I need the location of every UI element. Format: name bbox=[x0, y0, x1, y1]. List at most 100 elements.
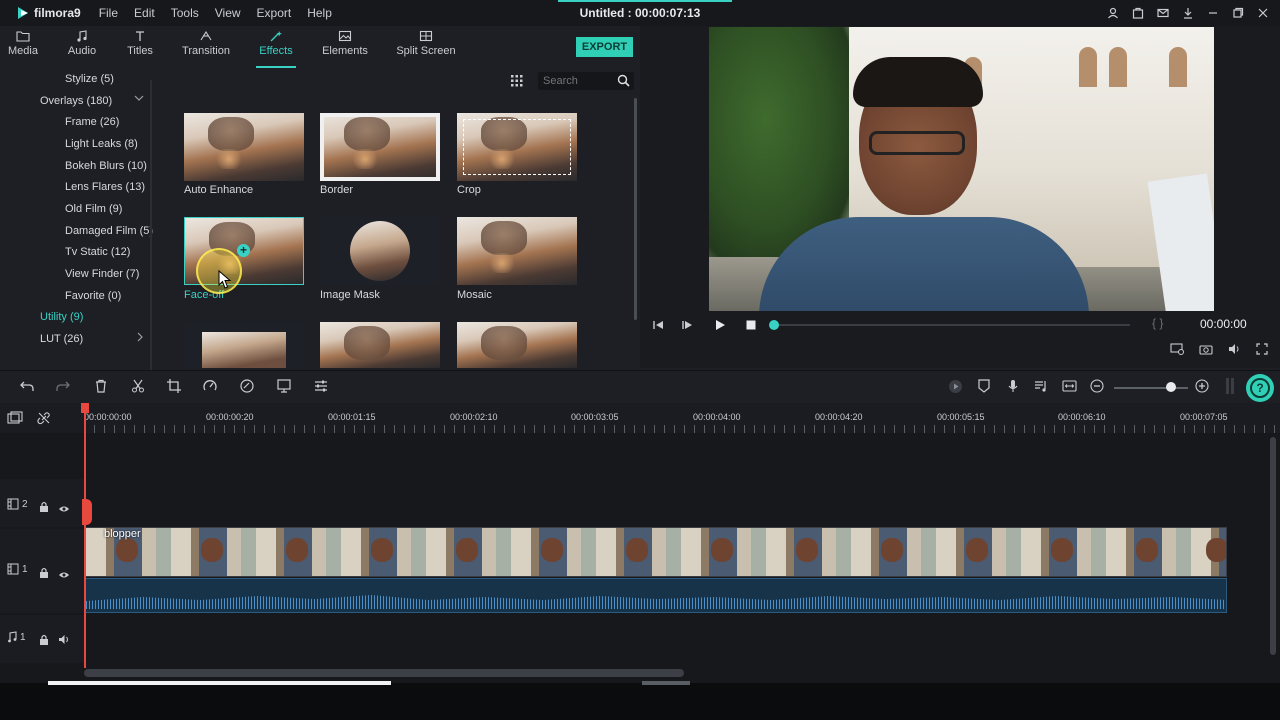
tab-effects-label: Effects bbox=[259, 45, 293, 57]
effect-thumb-row3-3[interactable] bbox=[457, 322, 577, 368]
video-clip[interactable] bbox=[85, 527, 1227, 577]
volume-icon[interactable] bbox=[1228, 342, 1242, 360]
maximize-icon[interactable] bbox=[1229, 4, 1247, 22]
sidebar-item-stylize[interactable]: Stylize (5) bbox=[65, 73, 114, 85]
lock-icon[interactable] bbox=[39, 499, 49, 517]
lock-icon[interactable] bbox=[39, 565, 49, 583]
chevron-right-icon[interactable] bbox=[136, 332, 144, 345]
undo-icon[interactable] bbox=[20, 379, 34, 398]
tab-audio[interactable]: Audio bbox=[66, 30, 98, 57]
color-icon[interactable] bbox=[240, 379, 254, 398]
crop-icon[interactable] bbox=[167, 379, 181, 398]
effect-thumb-mosaic[interactable] bbox=[457, 217, 577, 285]
eye-icon[interactable] bbox=[58, 500, 70, 518]
add-effect-icon[interactable]: + bbox=[237, 244, 250, 257]
sidebar-item-frame[interactable]: Frame (26) bbox=[65, 116, 119, 128]
sidebar-item-bokeh-blurs[interactable]: Bokeh Blurs (10) bbox=[65, 160, 147, 172]
tab-audio-label: Audio bbox=[67, 45, 97, 57]
sidebar-item-lut[interactable]: LUT (26) bbox=[40, 333, 83, 345]
account-icon[interactable] bbox=[1104, 4, 1122, 22]
play-back-icon[interactable] bbox=[682, 318, 694, 336]
sidebar-item-tv-static[interactable]: Tv Static (12) bbox=[65, 246, 130, 258]
zoom-in-icon[interactable] bbox=[1195, 379, 1209, 398]
sidebar-scrollbar[interactable] bbox=[150, 80, 152, 370]
playhead[interactable] bbox=[84, 403, 86, 668]
effect-thumb-row3-2[interactable] bbox=[320, 322, 440, 368]
zoom-out-icon[interactable] bbox=[1090, 379, 1104, 398]
render-icon[interactable] bbox=[948, 379, 963, 399]
eye-icon[interactable] bbox=[58, 566, 70, 584]
title-underline bbox=[558, 0, 732, 2]
tab-split-screen[interactable]: Split Screen bbox=[396, 30, 456, 57]
sidebar-item-overlays[interactable]: Overlays (180) bbox=[40, 95, 112, 107]
microphone-icon[interactable] bbox=[1007, 379, 1019, 398]
tab-elements[interactable]: Elements bbox=[322, 30, 368, 57]
redo-icon[interactable] bbox=[56, 379, 70, 398]
track-number: 1 bbox=[20, 631, 26, 643]
render-preview-icon[interactable] bbox=[1170, 342, 1184, 360]
prev-frame-icon[interactable] bbox=[652, 318, 664, 336]
timeline-vertical-scrollbar[interactable] bbox=[1270, 437, 1276, 655]
speed-icon[interactable] bbox=[203, 379, 217, 398]
grid-view-icon[interactable] bbox=[511, 74, 523, 92]
tab-transition[interactable]: Transition bbox=[182, 30, 230, 57]
effects-scrollbar[interactable] bbox=[634, 98, 637, 320]
timeline-ruler[interactable]: 00:00:00:00 00:00:00:20 00:00:01:15 00:0… bbox=[84, 403, 1280, 433]
effect-thumb-crop[interactable] bbox=[457, 113, 577, 181]
close-icon[interactable] bbox=[1254, 4, 1272, 22]
stop-icon[interactable] bbox=[745, 318, 757, 336]
add-track-icon[interactable] bbox=[7, 411, 23, 430]
tab-media[interactable]: Media bbox=[8, 30, 38, 57]
mail-icon[interactable] bbox=[1154, 4, 1172, 22]
preview-video[interactable] bbox=[709, 27, 1214, 311]
timeline-horizontal-scrollbar[interactable] bbox=[84, 669, 684, 677]
audio-adjust-icon[interactable] bbox=[314, 379, 328, 398]
delete-icon[interactable] bbox=[94, 379, 108, 398]
minimize-icon[interactable] bbox=[1204, 4, 1222, 22]
fullscreen-icon[interactable] bbox=[1256, 342, 1268, 360]
fit-timeline-icon[interactable] bbox=[1062, 379, 1077, 398]
playback-progress-track[interactable] bbox=[773, 324, 1130, 326]
sidebar-item-old-film[interactable]: Old Film (9) bbox=[65, 203, 122, 215]
menu-file[interactable]: File bbox=[99, 6, 118, 20]
download-icon[interactable] bbox=[1179, 4, 1197, 22]
link-icon[interactable] bbox=[37, 411, 51, 430]
chevron-down-icon[interactable] bbox=[134, 94, 144, 105]
effect-thumb-border[interactable] bbox=[320, 113, 440, 181]
lock-icon[interactable] bbox=[39, 632, 49, 650]
snapshot-icon[interactable] bbox=[1199, 342, 1213, 360]
sidebar-item-view-finder[interactable]: View Finder (7) bbox=[65, 268, 139, 280]
mark-in-out[interactable]: { } bbox=[1152, 316, 1163, 330]
menu-export[interactable]: Export bbox=[257, 6, 292, 20]
speaker-icon[interactable] bbox=[58, 632, 70, 650]
audio-clip[interactable] bbox=[85, 578, 1227, 613]
play-icon[interactable] bbox=[714, 318, 726, 336]
voiceover-icon[interactable] bbox=[1034, 379, 1048, 398]
cut-icon[interactable] bbox=[131, 379, 145, 398]
store-icon[interactable] bbox=[1129, 4, 1147, 22]
sidebar-item-lens-flares[interactable]: Lens Flares (13) bbox=[65, 181, 145, 193]
effect-thumb-auto-enhance[interactable] bbox=[184, 113, 304, 181]
effect-thumb-image-mask[interactable] bbox=[320, 217, 440, 285]
playhead-handle[interactable] bbox=[81, 403, 89, 413]
menu-edit[interactable]: Edit bbox=[134, 6, 155, 20]
help-button[interactable]: ? bbox=[1246, 374, 1274, 402]
sidebar-item-light-leaks[interactable]: Light Leaks (8) bbox=[65, 138, 138, 150]
zoom-slider-knob[interactable] bbox=[1166, 382, 1176, 392]
sidebar-item-favorite[interactable]: Favorite (0) bbox=[65, 290, 121, 302]
video-track-icon bbox=[7, 563, 19, 575]
tab-titles[interactable]: Titles bbox=[126, 30, 154, 57]
export-button[interactable]: EXPORT bbox=[576, 37, 633, 57]
green-screen-icon[interactable] bbox=[277, 379, 291, 398]
search-icon[interactable] bbox=[617, 74, 630, 92]
tab-effects[interactable]: Effects bbox=[258, 30, 294, 57]
sidebar-item-damaged-film[interactable]: Damaged Film (5) bbox=[65, 225, 153, 237]
menu-view[interactable]: View bbox=[215, 6, 241, 20]
effect-thumb-row3-1[interactable] bbox=[184, 322, 304, 368]
sidebar-item-utility[interactable]: Utility (9) bbox=[40, 311, 83, 323]
playback-progress-knob[interactable] bbox=[769, 320, 779, 330]
menu-tools[interactable]: Tools bbox=[171, 6, 199, 20]
marker-icon[interactable] bbox=[978, 379, 990, 398]
zoom-slider-track[interactable] bbox=[1114, 387, 1188, 389]
menu-help[interactable]: Help bbox=[307, 6, 332, 20]
